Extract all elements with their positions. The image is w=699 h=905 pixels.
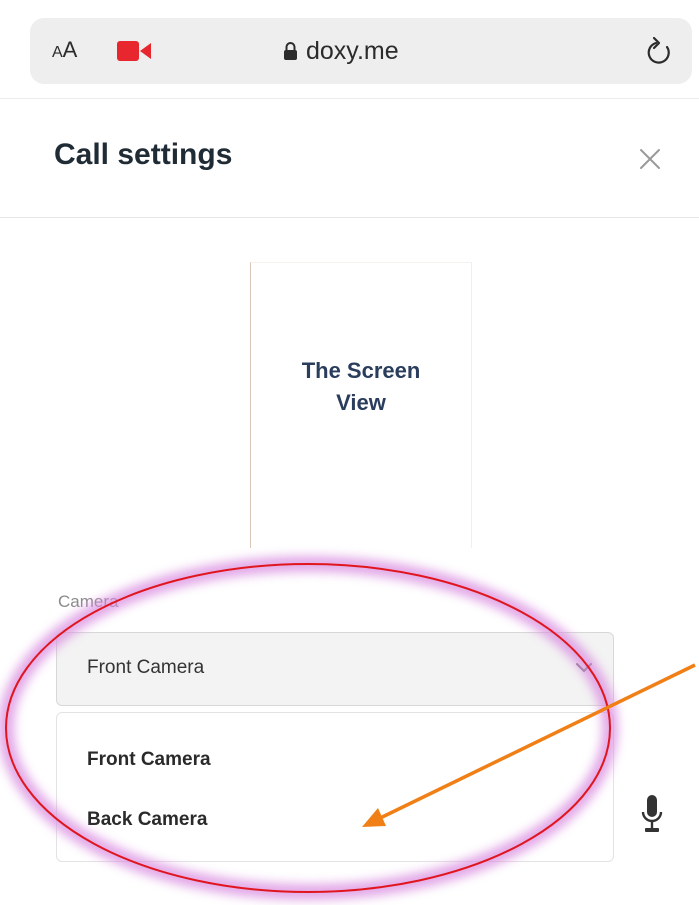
header-divider [0,217,699,218]
camera-dropdown-list: Front Camera Back Camera [56,712,614,862]
microphone-icon[interactable] [640,794,664,834]
lock-icon [284,42,297,60]
address-bar[interactable]: AA doxy.me [30,18,692,84]
camera-select[interactable]: Front Camera [56,632,614,706]
camera-option-back[interactable]: Back Camera [87,809,207,831]
url-text: doxy.me [306,36,399,65]
camera-select-value: Front Camera [87,657,205,678]
video-camera-icon[interactable] [117,40,153,62]
text-size-small-label: A [52,44,63,61]
chevron-down-icon [576,663,592,673]
camera-preview: The Screen View [250,262,472,548]
reload-icon[interactable] [644,35,674,67]
url-field[interactable]: doxy.me [283,34,399,68]
modal-title: Call settings [54,138,233,171]
close-icon[interactable] [635,144,665,174]
camera-label: Camera [58,592,119,611]
preview-label: The Screen View [301,358,421,415]
toolbar-divider [0,98,699,99]
text-size-button[interactable]: AA [52,37,77,63]
text-size-large-label: A [62,37,78,62]
camera-option-front[interactable]: Front Camera [87,749,211,771]
